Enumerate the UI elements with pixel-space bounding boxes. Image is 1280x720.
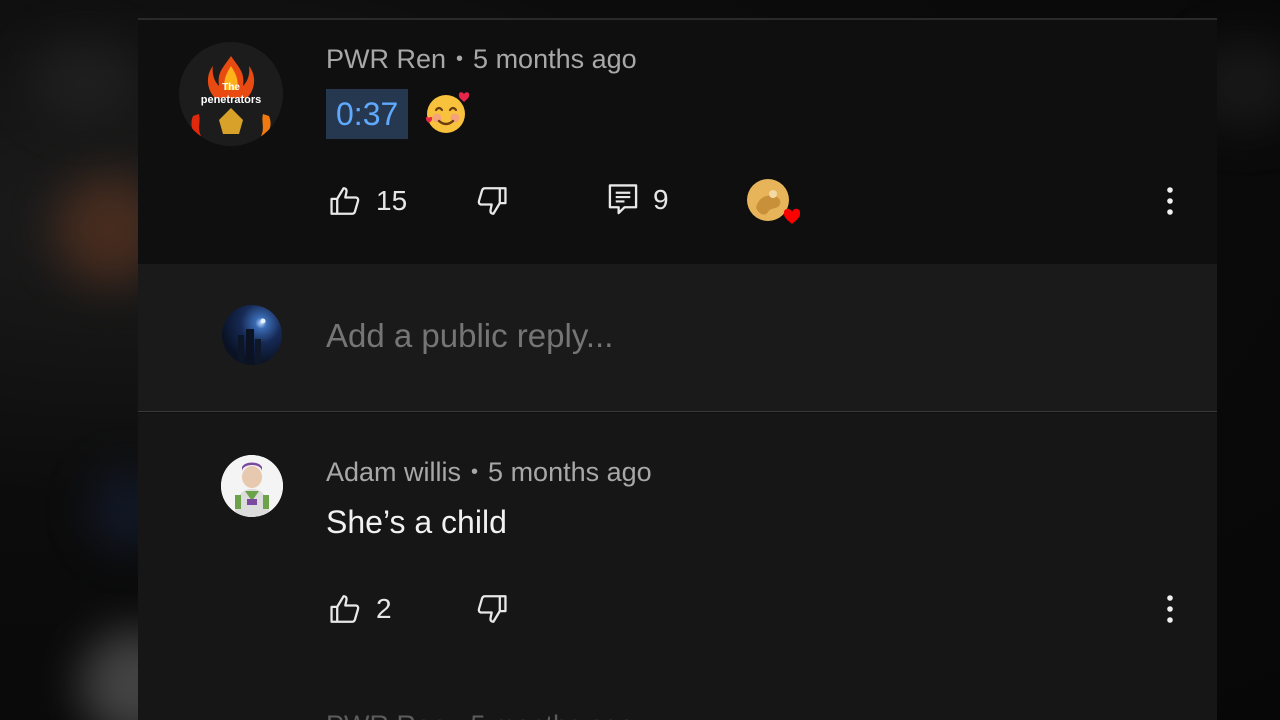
reply-input[interactable] xyxy=(326,317,751,355)
author-name[interactable]: PWR Ren xyxy=(326,44,446,74)
like-count: 2 xyxy=(376,593,392,624)
avatar xyxy=(222,305,282,365)
comment-thread xyxy=(138,20,1217,264)
more-options-button[interactable] xyxy=(1162,592,1178,626)
vertical-ellipsis-icon xyxy=(1167,595,1173,623)
buzz-lightyear-icon xyxy=(221,455,283,517)
like-button[interactable]: 2 xyxy=(328,592,392,626)
like-count: 15 xyxy=(376,185,408,216)
meta-separator: • xyxy=(471,461,479,483)
like-button[interactable]: 15 xyxy=(328,184,407,218)
avatar[interactable] xyxy=(221,455,283,517)
thumbs-up-icon xyxy=(330,187,360,215)
meta-separator: • xyxy=(456,48,464,70)
comment-age[interactable]: 5 months ago xyxy=(473,44,637,74)
heart-icon xyxy=(747,179,801,224)
comment-meta: PWR Ren • 5 months ago xyxy=(326,44,637,75)
comment-thread xyxy=(138,413,1217,720)
author-name[interactable]: Adam willis xyxy=(326,457,461,487)
night-sky-icon xyxy=(238,318,266,365)
dislike-button[interactable] xyxy=(475,184,509,218)
thumbs-down-icon xyxy=(477,187,507,215)
svg-text:penetrators: penetrators xyxy=(201,94,262,106)
comment-text: She’s a child xyxy=(326,504,507,540)
comment-age[interactable]: 5 months ago xyxy=(488,457,652,487)
svg-text:The: The xyxy=(222,82,240,93)
vertical-ellipsis-icon xyxy=(1167,187,1173,215)
comment-icon xyxy=(608,184,638,215)
comment-meta: Adam willis • 5 months ago xyxy=(326,457,652,488)
next-comment-meta: PWR Ren • 5 months ago xyxy=(326,710,634,720)
flame-logo-icon: The penetrators xyxy=(179,42,283,146)
reply-count: 9 xyxy=(653,184,669,215)
replies-button[interactable]: 9 xyxy=(607,182,669,218)
smiling-face-with-hearts-icon xyxy=(425,92,470,133)
creator-heart xyxy=(746,178,804,230)
dislike-button[interactable] xyxy=(475,592,509,626)
background-blur xyxy=(30,40,140,120)
timestamp-link[interactable]: 0:37 xyxy=(326,89,409,139)
avatar[interactable]: The penetrators xyxy=(179,42,283,146)
thumbs-down-icon xyxy=(477,595,507,623)
comments-panel: The penetrators PWR Ren • 5 months ago 0:3… xyxy=(138,18,1217,720)
more-options-button[interactable] xyxy=(1162,184,1178,218)
thumbs-up-icon xyxy=(330,595,360,623)
